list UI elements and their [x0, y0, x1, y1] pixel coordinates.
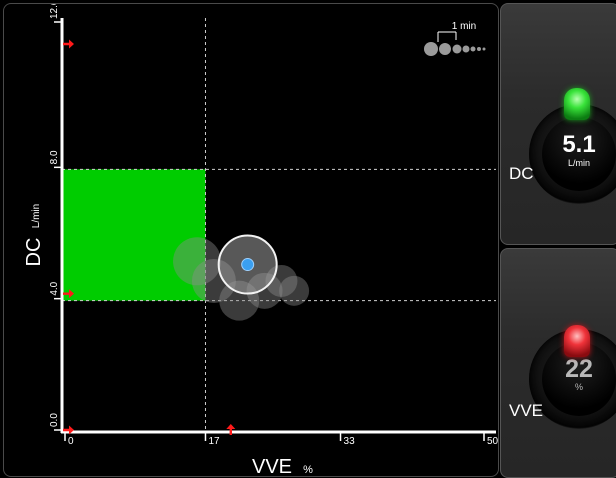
time-dot-icon — [424, 42, 438, 56]
history-point — [279, 275, 310, 306]
time-dot-icon — [470, 46, 476, 52]
y-axis-unit: L/min — [31, 204, 42, 228]
y-ticks: 0.0 4.0 8.0 12.0 — [49, 4, 62, 431]
y-tick-label: 0.0 — [49, 413, 60, 427]
time-dot-icon — [439, 43, 451, 55]
x-tick-label: 33 — [344, 436, 356, 447]
target-plot-panel: 0.0 4.0 8.0 12.0 0 17 33 50 DC L/min VVE % 1 m… — [3, 3, 499, 477]
time-dot-icon — [482, 47, 486, 51]
y-axis-label: DC — [23, 238, 45, 267]
time-legend: 1 min — [424, 21, 486, 56]
y-tick-label: 12.0 — [49, 4, 60, 19]
dc-value: 5.1 — [562, 131, 596, 158]
x-tick-label: 17 — [208, 436, 220, 447]
target-plot: 0.0 4.0 8.0 12.0 0 17 33 50 DC L/min VVE % 1 m… — [23, 4, 498, 476]
dc-gauge-face: 5.1 L/min — [542, 117, 616, 191]
dc-unit: L/min — [567, 158, 590, 168]
x-axis-label: VVE — [252, 456, 292, 476]
x-tick-label: 0 — [68, 436, 74, 447]
time-dot-icon — [452, 44, 462, 54]
time-legend-label: 1 min — [452, 21, 476, 32]
vve-status-indicator — [564, 325, 590, 357]
vve-value: 22 — [565, 355, 593, 383]
limit-arrow-icon — [63, 39, 74, 49]
x-ticks: 0 17 33 50 — [64, 432, 498, 447]
vve-label: VVE — [509, 401, 544, 420]
dc-status-indicator — [564, 88, 590, 120]
vve-parameter-panel[interactable]: 22 % VVE — [500, 248, 616, 478]
x-tick-label: 50 — [487, 436, 498, 447]
x-axis-unit: % — [303, 464, 313, 476]
time-dot-icon — [462, 45, 470, 53]
dc-parameter-panel[interactable]: 5.1 L/min DC — [500, 3, 616, 245]
y-tick-label: 8.0 — [49, 150, 60, 164]
vve-unit: % — [574, 382, 583, 392]
time-dot-icon — [477, 47, 481, 51]
y-tick-label: 4.0 — [49, 281, 60, 295]
current-point-dot[interactable] — [241, 258, 255, 272]
dc-label: DC — [509, 164, 534, 183]
